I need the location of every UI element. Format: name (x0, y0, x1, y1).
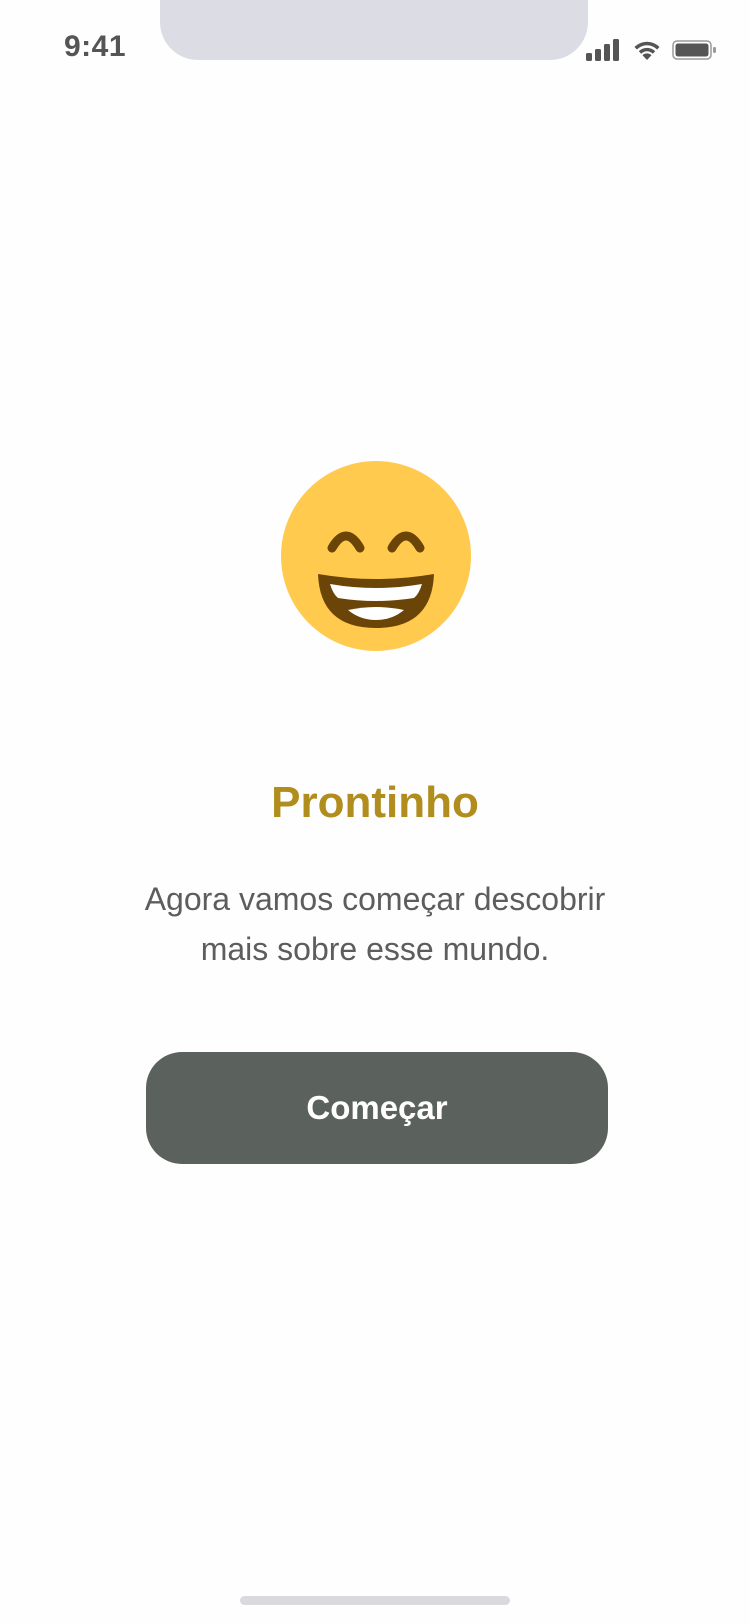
onboarding-complete-screen: 9:41 Prontinho Agora vamos começar desco… (0, 0, 750, 1624)
status-bar: 9:41 (0, 0, 750, 100)
page-subtitle: Agora vamos começar descobrir mais sobre… (110, 874, 640, 974)
subtitle-line-1: Agora vamos começar descobrir (144, 881, 606, 917)
start-button[interactable]: Começar (146, 1052, 608, 1164)
subtitle-line-2: mais sobre esse mundo. (200, 931, 550, 967)
status-icons (586, 38, 718, 62)
grinning-face-with-smiling-eyes-icon (281, 461, 471, 651)
page-title: Prontinho (271, 778, 479, 827)
signal-icon (586, 39, 619, 61)
battery-icon (672, 40, 716, 60)
wifi-icon (634, 41, 660, 60)
home-indicator[interactable] (240, 1596, 510, 1605)
status-time: 9:41 (64, 30, 127, 63)
device-notch (160, 0, 588, 60)
